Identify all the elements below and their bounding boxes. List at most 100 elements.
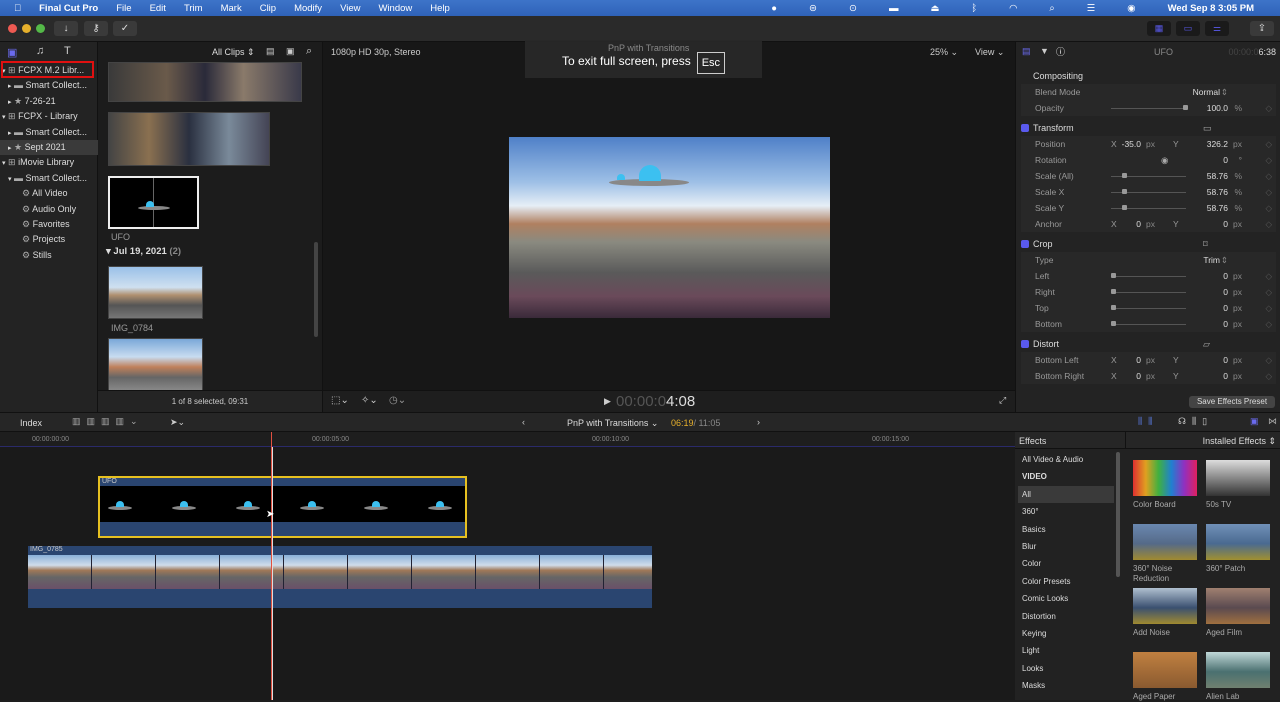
keyframe-icon[interactable]: ◇ bbox=[1265, 184, 1272, 200]
rotation-dial[interactable]: ◉ bbox=[1161, 152, 1168, 168]
clip-filter[interactable]: All Clips ⇕ bbox=[212, 47, 255, 58]
scrollbar[interactable] bbox=[314, 242, 318, 337]
slider-knob[interactable] bbox=[1111, 305, 1116, 310]
keyframe-icon[interactable]: ◇ bbox=[1265, 200, 1272, 216]
inspector-row[interactable]: Anchor X 0 px Y 0 px ◇ bbox=[1021, 216, 1276, 232]
inspector-row[interactable]: Type Trim ⇕ bbox=[1021, 252, 1276, 268]
keyframe-icon[interactable]: ◇ bbox=[1265, 216, 1272, 232]
x-value[interactable]: 0 bbox=[1136, 352, 1141, 368]
slider[interactable] bbox=[1111, 273, 1186, 278]
value[interactable]: 58.76 bbox=[1207, 184, 1228, 200]
menu-view[interactable]: View bbox=[340, 3, 360, 14]
clip-thumbnail[interactable] bbox=[108, 338, 203, 391]
sidebar-item[interactable]: ▾ ⊞ FCPX - Library bbox=[0, 109, 98, 124]
effects-category[interactable]: Basics bbox=[1018, 521, 1114, 538]
disclosure-icon[interactable]: ▸ bbox=[8, 99, 12, 106]
flag-icon[interactable]: ▬ bbox=[889, 3, 899, 14]
section-crop[interactable]: Crop ⌑ bbox=[1021, 236, 1276, 252]
zoom-button[interactable] bbox=[36, 24, 45, 33]
wifi-icon[interactable]: ◠ bbox=[1009, 3, 1017, 14]
import-button[interactable]: ↓ bbox=[54, 21, 78, 36]
inspector-row[interactable]: Scale Y 58.76% ◇ bbox=[1021, 200, 1276, 216]
disclosure-icon[interactable]: ▸ bbox=[8, 145, 12, 152]
play-button[interactable]: ▶ bbox=[604, 396, 611, 407]
apple-icon[interactable]:  bbox=[14, 3, 21, 14]
slider-knob[interactable] bbox=[1121, 173, 1127, 178]
video-inspector-icon[interactable]: ▤ bbox=[1022, 46, 1031, 57]
section-icon[interactable]: ⌑ bbox=[1203, 236, 1208, 252]
inspector-row[interactable]: Bottom Right X 0 px Y 0 px ◇ bbox=[1021, 368, 1276, 384]
value[interactable]: 0 bbox=[1223, 152, 1228, 168]
keyframe-icon[interactable]: ◇ bbox=[1265, 284, 1272, 300]
timeline-view-icons[interactable]: ⫼⫼ bbox=[1138, 416, 1158, 427]
sidebar-item[interactable]: ▸ ▬ Smart Collect... bbox=[0, 125, 98, 140]
back-button[interactable]: ‹ bbox=[522, 417, 525, 427]
section-distort[interactable]: Distort ▱ bbox=[1021, 336, 1276, 352]
menu-modify[interactable]: Modify bbox=[294, 3, 322, 14]
slider[interactable] bbox=[1111, 289, 1186, 294]
search-icon[interactable]: ⌕ bbox=[1049, 3, 1054, 14]
inspector-row[interactable]: Bottom 0 px ◇ bbox=[1021, 316, 1276, 332]
menu-clip[interactable]: Clip bbox=[260, 3, 276, 14]
effects-category[interactable]: All bbox=[1018, 485, 1114, 503]
inspector-row[interactable]: Scale (All) 58.76% ◇ bbox=[1021, 168, 1276, 184]
sidebar-item[interactable]: ⚙ Audio Only bbox=[0, 202, 98, 217]
menu-file[interactable]: File bbox=[116, 3, 131, 14]
sidebar-item[interactable]: ⚙ Projects bbox=[0, 232, 98, 247]
timeline-ruler[interactable]: 00:00:00:00 00:00:05:00 00:00:10:00 00:0… bbox=[0, 432, 1015, 447]
effects-category[interactable]: Comic Looks bbox=[1018, 590, 1114, 607]
search-icon[interactable]: ⌕ bbox=[306, 45, 312, 58]
effects-category[interactable]: All Video & Audio bbox=[1018, 451, 1114, 468]
info-inspector-icon[interactable]: ⓘ bbox=[1056, 45, 1065, 58]
show-inspector-button[interactable]: ⚌ bbox=[1205, 21, 1229, 36]
value[interactable]: 100.0 bbox=[1207, 100, 1228, 116]
background-tasks-button[interactable]: ✓ bbox=[113, 21, 137, 36]
ufo-thumbnail[interactable] bbox=[108, 176, 199, 229]
play-icon[interactable]: ⊙ bbox=[849, 3, 857, 14]
sync-icon[interactable]: ⊜ bbox=[809, 3, 817, 14]
forward-button[interactable]: › bbox=[757, 417, 760, 427]
effects-category[interactable]: Distortion bbox=[1018, 608, 1114, 625]
clip-thumbnail[interactable] bbox=[108, 266, 203, 319]
value[interactable]: 0 bbox=[1223, 316, 1228, 332]
effects-browser-icon[interactable]: ▣ bbox=[1250, 416, 1259, 427]
value[interactable]: 0 bbox=[1223, 216, 1228, 232]
section-compositing[interactable]: Compositing bbox=[1021, 68, 1276, 84]
menu-edit[interactable]: Edit bbox=[150, 3, 166, 14]
bluetooth-icon[interactable]: ᛒ bbox=[971, 3, 977, 14]
sidebar-item[interactable]: ▾ ⊞ iMovie Library bbox=[0, 155, 98, 170]
show-timeline-button[interactable]: ▭ bbox=[1176, 21, 1200, 36]
tool-select[interactable]: ➤⌄ bbox=[170, 417, 185, 428]
video-preview[interactable] bbox=[509, 137, 830, 318]
effects-category[interactable]: Color Presets bbox=[1018, 573, 1114, 590]
effects-category[interactable]: Masks bbox=[1018, 677, 1114, 694]
close-button[interactable] bbox=[8, 24, 17, 33]
effects-category[interactable]: Looks bbox=[1018, 660, 1114, 677]
blend-mode-select[interactable]: Normal bbox=[1193, 84, 1220, 100]
keyframe-icon[interactable]: ◇ bbox=[1265, 100, 1272, 116]
color-inspector-icon[interactable]: ▼ bbox=[1040, 46, 1049, 56]
inspector-row[interactable]: Top 0 px ◇ bbox=[1021, 300, 1276, 316]
keyframe-icon[interactable]: ◇ bbox=[1265, 268, 1272, 284]
keyframe-icon[interactable]: ◇ bbox=[1265, 300, 1272, 316]
disclosure-icon[interactable]: ▸ bbox=[8, 83, 12, 90]
record-icon[interactable]: ● bbox=[771, 3, 777, 14]
audio-skimming-icons[interactable]: ☊⫼▯ bbox=[1178, 416, 1213, 427]
zoom-menu[interactable]: 25% ⌄ bbox=[930, 47, 958, 58]
checkbox[interactable] bbox=[1021, 240, 1029, 248]
effect-thumbnail[interactable] bbox=[1206, 524, 1270, 560]
slider-knob[interactable] bbox=[1111, 321, 1116, 326]
share-button[interactable]: ⇪ bbox=[1250, 21, 1274, 36]
inspector-row[interactable]: Bottom Left X 0 px Y 0 px ◇ bbox=[1021, 352, 1276, 368]
libraries-icon[interactable]: ▣ bbox=[7, 46, 17, 59]
keywords-button[interactable]: ⚷ bbox=[84, 21, 108, 36]
project-thumbnail[interactable] bbox=[108, 62, 302, 102]
minimize-button[interactable] bbox=[22, 24, 31, 33]
slider[interactable] bbox=[1111, 189, 1186, 194]
effects-source-menu[interactable]: Installed Effects ⇕ bbox=[1203, 436, 1276, 447]
value[interactable]: 0 bbox=[1223, 352, 1228, 368]
effects-category[interactable]: Light bbox=[1018, 642, 1114, 659]
sidebar-item[interactable]: ⚙ All Video bbox=[0, 186, 98, 201]
effect-thumbnail[interactable] bbox=[1206, 652, 1270, 688]
keyframe-icon[interactable]: ◇ bbox=[1265, 152, 1272, 168]
